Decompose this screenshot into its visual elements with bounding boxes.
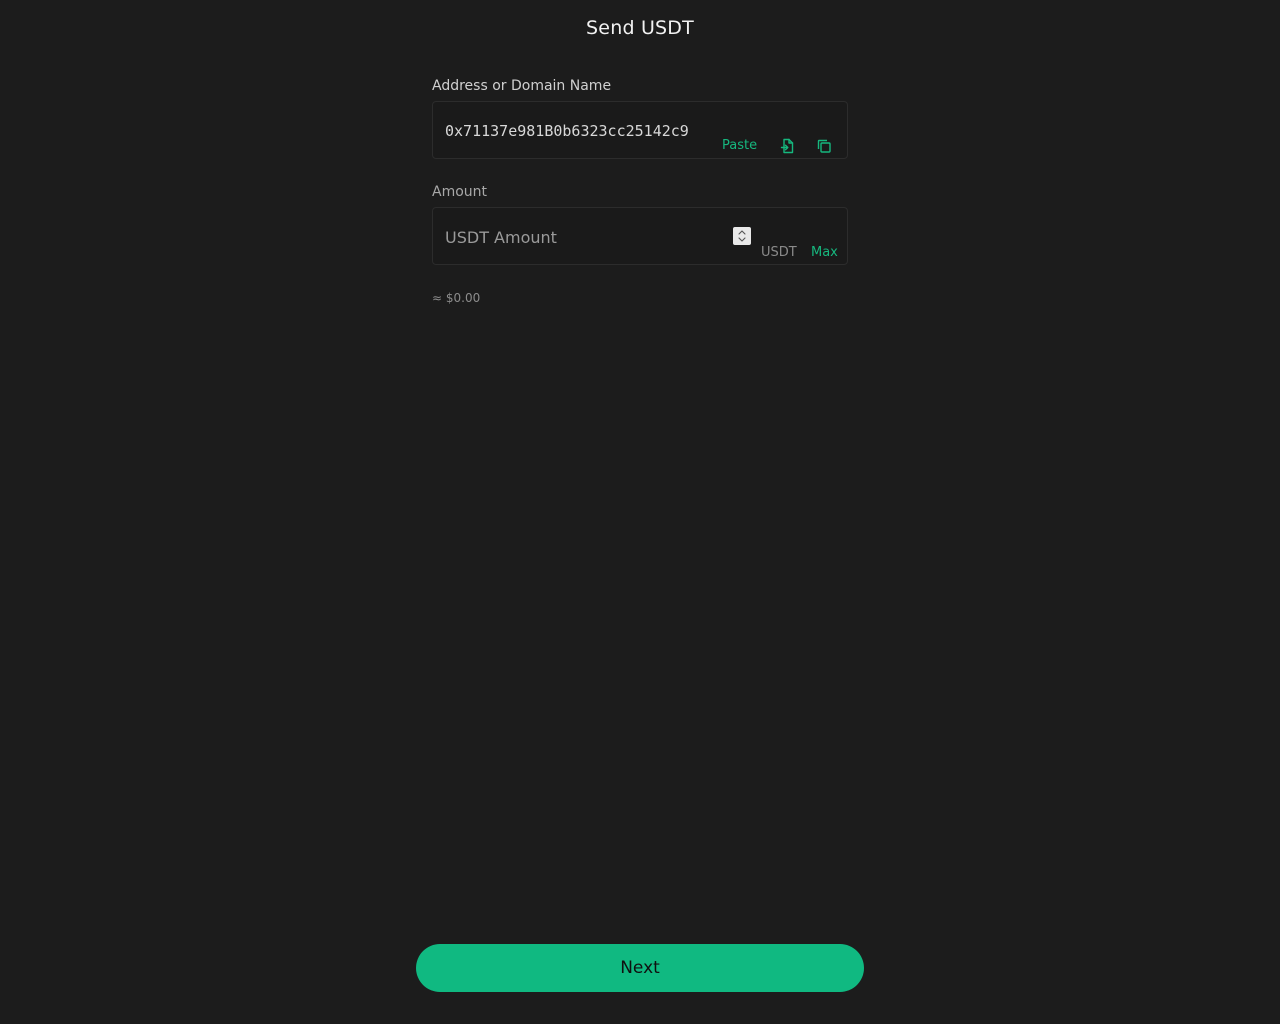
paste-file-icon[interactable] — [780, 138, 796, 154]
next-button[interactable]: Next — [416, 944, 864, 992]
amount-input[interactable] — [445, 226, 725, 248]
address-field: Paste — [432, 101, 848, 159]
amount-field: USDT Max — [432, 207, 848, 265]
address-label: Address or Domain Name — [432, 78, 612, 94]
send-usdt-page: Send USDT Address or Domain Name Paste — [0, 0, 1280, 1024]
copy-icon[interactable] — [816, 138, 832, 154]
fiat-estimate: ≈ $0.00 — [432, 291, 481, 305]
amount-stepper[interactable] — [733, 227, 751, 245]
unit-label: USDT — [761, 245, 797, 260]
page-title: Send USDT — [586, 17, 694, 39]
paste-button[interactable]: Paste — [722, 138, 757, 154]
amount-section: Amount USDT Max ≈ $0.00 — [432, 183, 848, 305]
max-button[interactable]: Max — [811, 245, 838, 261]
address-input[interactable] — [445, 120, 719, 142]
send-form: Address or Domain Name Paste Amount — [432, 77, 848, 305]
amount-label: Amount — [432, 184, 488, 200]
